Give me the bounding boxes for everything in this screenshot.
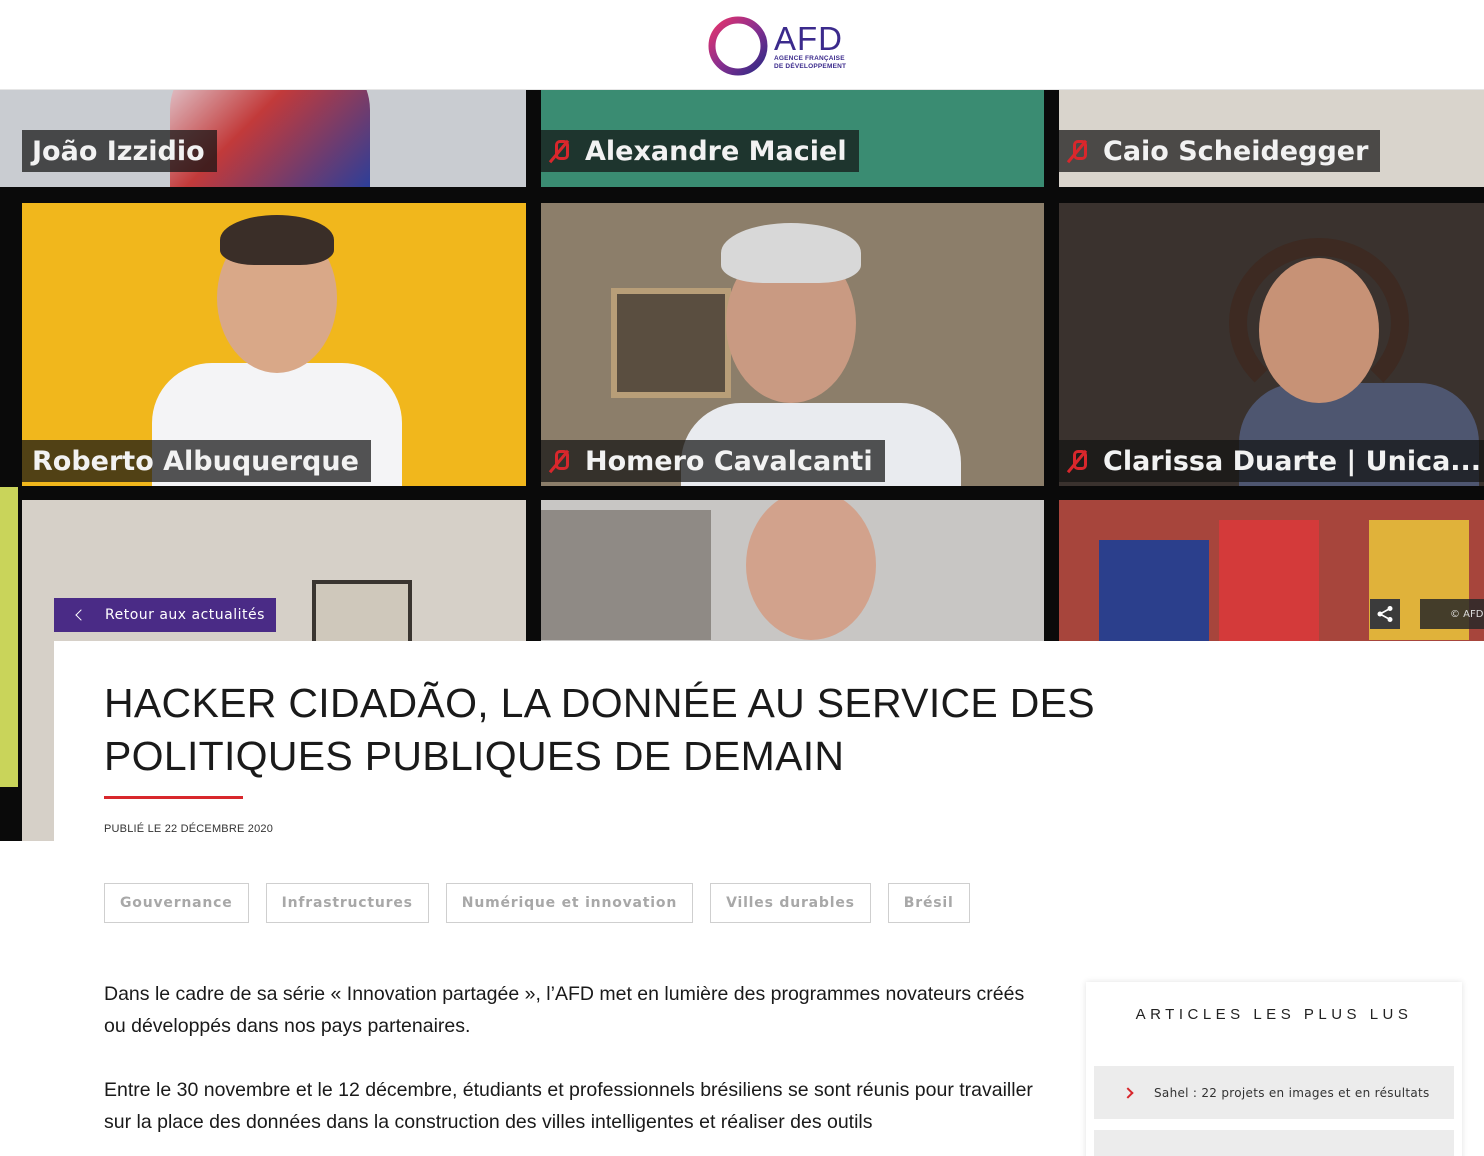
mic-muted-icon (1065, 448, 1089, 474)
afd-logo[interactable]: AFD AGENCE FRANÇAISE DE DÉVELOPPEMENT (706, 14, 846, 78)
video-tile: João Izzidio (0, 90, 526, 187)
chevron-right-icon (1122, 1086, 1134, 1099)
most-read-sidebar: ARTICLES LES PLUS LUS Sahel : 22 projets… (1086, 982, 1462, 1156)
video-tile: Roberto Albuquerque (22, 203, 526, 486)
participant-name-tag: Caio Scheidegger (1059, 130, 1381, 172)
site-header: AFD AGENCE FRANÇAISE DE DÉVELOPPEMENT (0, 0, 1484, 90)
mic-muted-icon (547, 448, 571, 474)
logo-text: AFD AGENCE FRANÇAISE DE DÉVELOPPEMENT (774, 22, 846, 70)
afd-ring-icon (708, 16, 768, 76)
title-divider (104, 796, 243, 799)
publication-date: PUBLIÉ LE 22 DÉCEMBRE 2020 (104, 823, 274, 835)
participant-name-tag: Alexandre Maciel (541, 130, 859, 172)
tag-infrastructures[interactable]: Infrastructures (265, 883, 429, 923)
back-label: Retour aux actualités (105, 607, 265, 623)
most-read-item-label: Sahel : 22 projets en images et en résul… (1154, 1085, 1430, 1100)
video-tile: Homero Cavalcanti (541, 203, 1044, 486)
participant-name-tag: João Izzidio (22, 130, 217, 172)
tag-list: Gouvernance Infrastructures Numérique et… (104, 883, 987, 923)
article-body: Dans le cadre de sa série « Innovation p… (104, 978, 1044, 1156)
share-button[interactable] (1370, 599, 1400, 629)
mic-muted-icon (1065, 138, 1089, 164)
sidebar-title: ARTICLES LES PLUS LUS (1135, 1006, 1413, 1023)
tag-villes-durables[interactable]: Villes durables (710, 883, 871, 923)
share-icon (1377, 606, 1393, 622)
logo-subtitle-2: DE DÉVELOPPEMENT (774, 62, 847, 70)
video-tile: Alexandre Maciel (541, 90, 1044, 187)
video-tile (0, 487, 18, 787)
article-paragraph: Entre le 30 novembre et le 12 décembre, … (104, 1079, 1033, 1133)
back-to-news-button[interactable]: Retour aux actualités (54, 598, 276, 632)
tag-bresil[interactable]: Brésil (887, 883, 970, 923)
article-paragraph: Dans le cadre de sa série « Innovation p… (104, 983, 1025, 1037)
participant-name-tag: Roberto Albuquerque (22, 440, 371, 482)
logo-acronym: AFD (774, 20, 843, 57)
article-header: HACKER CIDADÃO, LA DONNÉE AU SERVICE DES… (54, 641, 1484, 846)
chevron-left-icon (75, 609, 87, 621)
tag-numerique-innovation[interactable]: Numérique et innovation (445, 883, 694, 923)
video-tile: Caio Scheidegger (1059, 90, 1484, 187)
most-read-item[interactable]: Sahel : 22 projets en images et en résul… (1094, 1066, 1454, 1119)
video-tile: Clarissa Duarte | Unica... (1059, 203, 1484, 486)
page-title: HACKER CIDADÃO, LA DONNÉE AU SERVICE DES… (104, 680, 1095, 779)
tag-gouvernance[interactable]: Gouvernance (104, 883, 249, 923)
mic-muted-icon (547, 138, 571, 164)
logo-subtitle-1: AGENCE FRANÇAISE (774, 55, 845, 62)
photo-credit: © AFD (1420, 599, 1484, 629)
participant-name-tag: Clarissa Duarte | Unica... (1059, 440, 1484, 482)
participant-name-tag: Homero Cavalcanti (541, 440, 885, 482)
most-read-item[interactable] (1094, 1130, 1454, 1156)
